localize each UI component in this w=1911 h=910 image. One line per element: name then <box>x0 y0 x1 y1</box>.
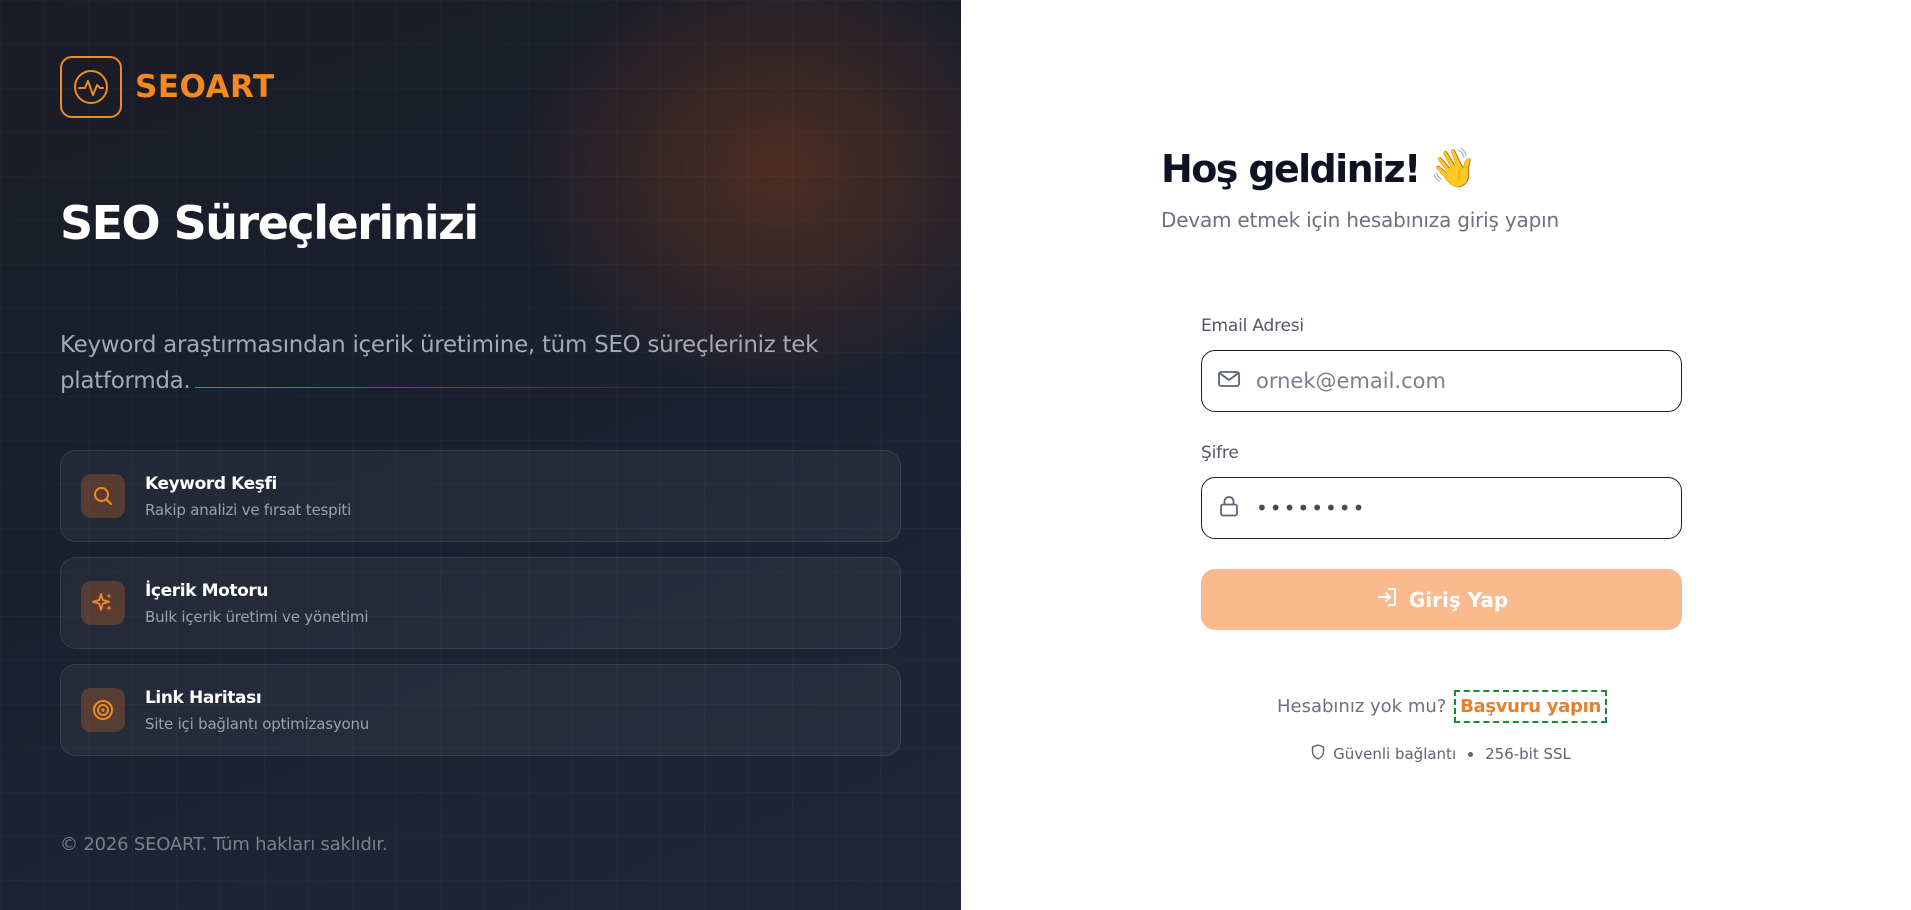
brand-name: SEOART <box>135 69 275 105</box>
marketing-panel: SEOART SEO Süreçlerinizi Keyword araştır… <box>0 0 961 910</box>
signup-link[interactable]: Başvuru yapın <box>1454 690 1607 723</box>
ssl-text: 256-bit SSL <box>1485 745 1571 763</box>
login-subtitle: Devam etmek için hesabınıza giriş yapın <box>1161 208 1559 232</box>
brand[interactable]: SEOART <box>60 56 275 118</box>
shield-icon <box>1311 744 1325 764</box>
mail-icon <box>1216 366 1242 396</box>
password-input[interactable]: •••••••• <box>1256 496 1366 520</box>
feature-title: Keyword Keşfi <box>145 473 277 494</box>
waving-hand-icon: 👋 <box>1429 146 1477 190</box>
target-icon <box>81 688 125 732</box>
email-label: Email Adresi <box>1201 316 1304 336</box>
welcome-text: Hoş geldiniz! <box>1161 146 1421 191</box>
hero-title: SEO Süreçlerinizi <box>60 196 479 250</box>
login-arrow-icon <box>1375 585 1399 614</box>
feature-subtitle: Site içi bağlantı optimizasyonu <box>145 714 370 733</box>
sparkles-icon <box>81 581 125 625</box>
hero-description: Keyword araştırmasından içerik üretimine… <box>60 332 819 394</box>
separator-dot <box>1468 751 1474 757</box>
security-info: Güvenli bağlantı 256-bit SSL <box>961 744 1911 764</box>
pulse-icon <box>60 56 122 118</box>
welcome-heading: Hoş geldiniz! 👋 <box>1161 146 1477 191</box>
feature-card-content: İçerik Motoru Bulk içerik üretimi ve yön… <box>60 557 901 649</box>
copyright: © 2026 SEOART. Tüm hakları saklıdır. <box>60 834 388 855</box>
no-account-text: Hesabınız yok mu? <box>1276 696 1447 717</box>
secure-connection-text: Güvenli bağlantı <box>1333 745 1457 763</box>
feature-subtitle: Bulk içerik üretimi ve yönetimi <box>145 607 369 626</box>
feature-card-keyword: Keyword Keşfi Rakip analizi ve fırsat te… <box>60 450 901 542</box>
feature-subtitle: Rakip analizi ve fırsat tespiti <box>145 500 352 519</box>
feature-card-links: Link Haritası Site içi bağlantı optimiza… <box>60 664 901 756</box>
feature-title: İçerik Motoru <box>145 580 269 601</box>
login-panel: Hoş geldiniz! 👋 Devam etmek için hesabın… <box>961 0 1911 910</box>
login-button[interactable]: Giriş Yap <box>1201 569 1682 630</box>
search-icon <box>81 474 125 518</box>
email-input[interactable] <box>1256 369 1656 393</box>
password-field[interactable]: •••••••• <box>1201 477 1682 539</box>
feature-title: Link Haritası <box>145 687 262 708</box>
decorative-divider <box>195 387 915 388</box>
signup-prompt: Hesabınız yok mu? Başvuru yapın <box>961 690 1911 723</box>
lock-icon <box>1216 493 1242 523</box>
email-field[interactable] <box>1201 350 1682 412</box>
login-button-label: Giriş Yap <box>1408 587 1509 612</box>
password-label: Şifre <box>1201 443 1239 463</box>
